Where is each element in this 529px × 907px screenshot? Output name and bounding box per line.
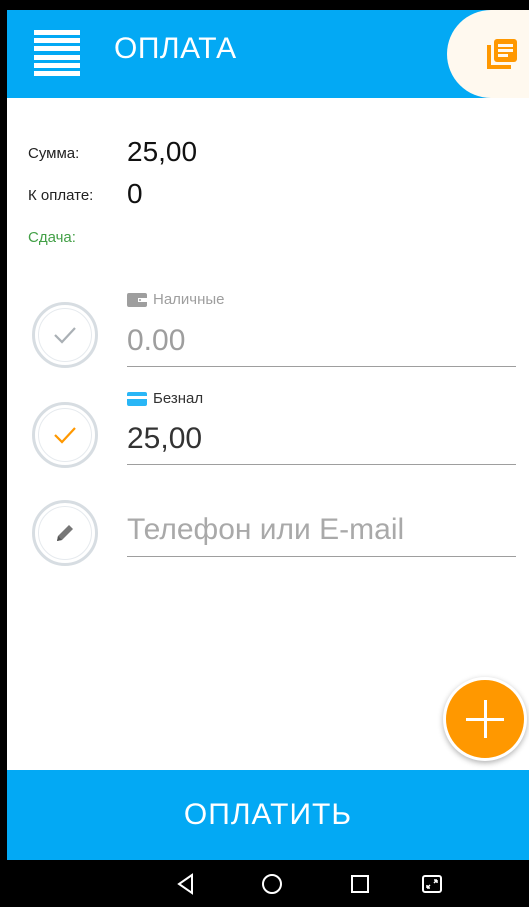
receipts-list-icon [487, 39, 517, 69]
recents-icon[interactable] [347, 871, 373, 897]
cash-label-text: Наличные [153, 291, 225, 308]
receipts-button[interactable] [447, 10, 529, 98]
card-select-toggle[interactable] [32, 402, 98, 468]
pencil-icon [57, 525, 73, 541]
card-icon [127, 391, 147, 406]
card-method-label: Безнал [127, 390, 203, 407]
page-title: ОПЛАТА [114, 32, 237, 65]
due-value: 0 [127, 178, 143, 209]
payment-screen: ОПЛАТА Сумма: 25,00 К оплате: 0 Сдача: Н… [7, 10, 529, 907]
due-label: К оплате: [28, 187, 94, 204]
total-label: Сумма: [28, 145, 80, 162]
change-label: Сдача: [28, 229, 76, 246]
total-value: 25,00 [127, 136, 198, 167]
screen-resize-icon[interactable] [419, 871, 445, 897]
add-payment-button[interactable] [443, 677, 527, 761]
system-nav-bar [7, 860, 529, 907]
contact-input[interactable] [127, 504, 516, 557]
cash-amount-input[interactable] [127, 316, 516, 367]
cash-select-toggle[interactable] [32, 302, 98, 368]
check-icon [54, 427, 76, 444]
pay-button[interactable]: ОПЛАТИТЬ [7, 770, 529, 860]
check-icon [54, 327, 76, 344]
back-icon[interactable] [173, 871, 199, 897]
card-label-text: Безнал [153, 390, 204, 407]
contact-edit-button[interactable] [32, 500, 98, 566]
wallet-icon [127, 292, 147, 307]
home-icon[interactable] [259, 871, 285, 897]
app-bar: ОПЛАТА [7, 10, 529, 98]
hamburger-menu-icon[interactable] [34, 30, 80, 76]
cash-method-label: Наличные [127, 291, 225, 308]
card-amount-input[interactable] [127, 414, 516, 465]
